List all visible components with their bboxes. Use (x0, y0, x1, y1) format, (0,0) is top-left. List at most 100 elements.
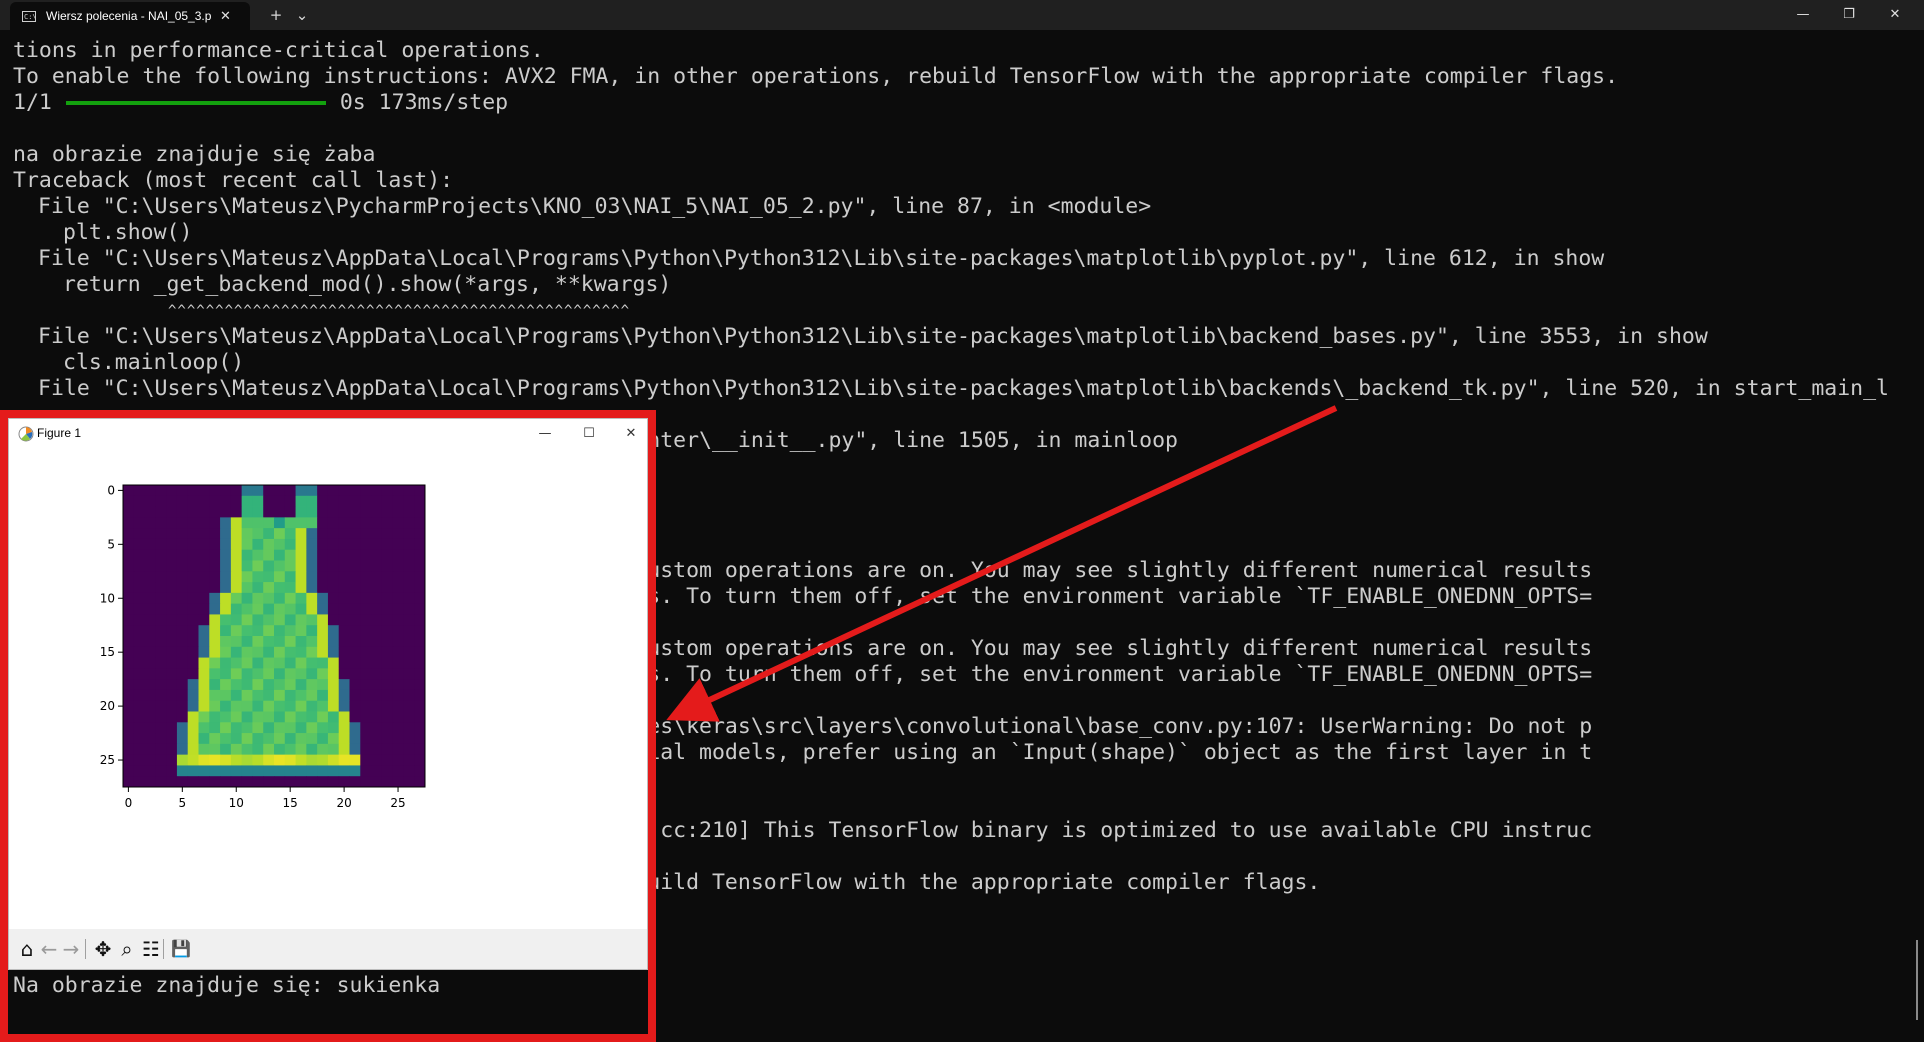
figure-minimize-button[interactable]: — (523, 419, 567, 449)
minimize-button[interactable]: — (1780, 0, 1826, 30)
heatmap-cell (230, 711, 243, 723)
heatmap-cell (338, 582, 350, 594)
heatmap-cell (360, 560, 372, 572)
heatmap-cell (241, 560, 253, 572)
heatmap-cell (381, 517, 394, 529)
heatmap-cell (252, 528, 264, 540)
terminal-line: File "C:\Users\Mateusz\AppData\Local\Pro… (38, 376, 1890, 401)
heatmap-cell (176, 743, 189, 756)
heatmap-cell (295, 776, 307, 788)
heatmap-cell (209, 646, 221, 658)
heatmap-cell (133, 700, 145, 712)
heatmap-cell (263, 485, 275, 497)
heatmap-cell (230, 517, 243, 529)
heatmap-cell (220, 603, 232, 615)
heatmap-cell (123, 614, 135, 626)
heatmap-cell (306, 657, 318, 669)
heatmap-cell (176, 733, 189, 745)
heatmap-cell (230, 485, 243, 497)
heatmap-cell (187, 776, 199, 788)
heatmap-cell (252, 506, 264, 518)
scrollbar-thumb[interactable] (1916, 940, 1918, 1020)
heatmap-cell (166, 700, 178, 712)
heatmap-cell (263, 679, 275, 691)
heatmap-cell (284, 711, 296, 723)
heatmap-cell (252, 689, 264, 702)
heatmap-cell (144, 603, 156, 615)
heatmap-cell (371, 614, 383, 626)
tab-dropdown-button[interactable]: ⌄ (292, 3, 312, 27)
zoom-icon[interactable]: ⌕ (115, 938, 139, 960)
configure-subplots-icon[interactable]: ☷ (139, 938, 163, 960)
heatmap-cell (403, 743, 415, 756)
heatmap-cell (133, 614, 145, 626)
heatmap-cell (338, 603, 350, 615)
heatmap-cell (230, 700, 243, 712)
heatmap-cell (241, 571, 253, 583)
heatmap-cell (317, 636, 329, 648)
heatmap-cell (295, 517, 307, 529)
heatmap-cell (263, 549, 275, 561)
close-button[interactable]: ✕ (1872, 0, 1918, 30)
heatmap-cell (230, 571, 243, 583)
forward-icon[interactable]: → (59, 938, 83, 960)
heatmap-cell (209, 776, 221, 788)
heatmap-cell (338, 711, 350, 723)
heatmap-cell (284, 722, 296, 734)
heatmap-cell (414, 560, 426, 572)
heatmap-cell (306, 765, 318, 777)
heatmap-cell (306, 571, 318, 583)
heatmap-cell (349, 722, 361, 734)
tab-close-icon[interactable]: ✕ (220, 9, 231, 24)
heatmap-cell (155, 538, 167, 551)
x-tick-label: 5 (179, 796, 187, 810)
heatmap-cell (220, 528, 232, 540)
pan-icon[interactable]: ✥ (91, 938, 115, 960)
heatmap-cell (209, 592, 221, 605)
heatmap-cell (381, 776, 394, 788)
heatmap-cell (155, 646, 167, 658)
heatmap-cell (123, 625, 135, 637)
heatmap-cell (360, 625, 372, 637)
heatmap-cell (295, 689, 307, 702)
heatmap-cell (274, 689, 286, 702)
heatmap-cell (133, 711, 145, 723)
heatmap-cell (381, 528, 394, 540)
figure-maximize-button[interactable]: ☐ (567, 419, 611, 449)
heatmap-cell (295, 711, 307, 723)
heatmap-cell (241, 689, 253, 702)
heatmap-cell (123, 495, 135, 507)
heatmap-cell (220, 614, 232, 626)
new-tab-button[interactable]: + (266, 3, 286, 27)
home-icon[interactable]: ⌂ (15, 938, 39, 960)
heatmap-cell (209, 754, 221, 766)
heatmap-cell (144, 506, 156, 518)
terminal-tab[interactable]: C:\ Wiersz polecenia - NAI_05_3.p ✕ (10, 2, 250, 30)
heatmap-cell (144, 765, 156, 777)
heatmap-cell (155, 517, 167, 529)
heatmap-cell (187, 636, 199, 648)
heatmap-cell (414, 571, 426, 583)
heatmap-cell (133, 668, 145, 680)
heatmap-cell (241, 636, 253, 648)
heatmap-cell (263, 506, 275, 518)
heatmap-cell (241, 722, 253, 734)
figure-close-button[interactable]: ✕ (609, 419, 653, 449)
back-icon[interactable]: ← (37, 938, 61, 960)
heatmap-cell (414, 582, 426, 594)
heatmap-cell (176, 560, 189, 572)
heatmap-cell (123, 733, 135, 745)
heatmap-cell (392, 743, 404, 756)
maximize-button[interactable]: ❐ (1826, 0, 1872, 30)
x-tick-label: 20 (336, 796, 351, 810)
save-icon[interactable]: 💾 (169, 938, 193, 960)
figure-canvas[interactable]: 0 5 10 15 20 25 0 5 10 15 20 25 (9, 449, 647, 929)
heatmap-cell (166, 689, 178, 702)
heatmap-cell (241, 679, 253, 691)
heatmap-cell (209, 506, 221, 518)
heatmap-cell (176, 689, 189, 702)
heatmap-cell (403, 689, 415, 702)
heatmap-cell (317, 722, 329, 734)
heatmap-cell (241, 657, 253, 669)
heatmap-cell (371, 549, 383, 561)
